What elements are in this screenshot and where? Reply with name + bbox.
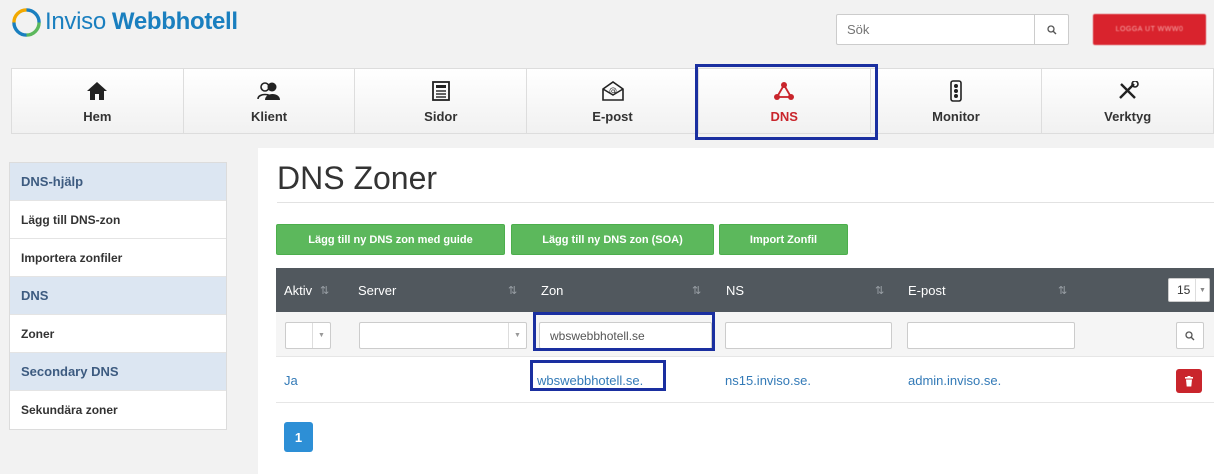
pagination-page-1[interactable]: 1 — [284, 422, 313, 452]
logout-button[interactable]: LOGGA UT WWW0 — [1093, 14, 1206, 45]
e-post-link[interactable]: admin.inviso.se. — [908, 357, 1001, 403]
nav-item-verktyg[interactable]: Verktyg — [1042, 69, 1214, 133]
nav-item-sidor[interactable]: Sidor — [355, 69, 528, 133]
sort-icon[interactable]: ⇅ — [320, 268, 329, 312]
main-nav: Hem Klient Sidor @ E-post DNS Monitor Ve… — [11, 68, 1214, 134]
ns-filter-input[interactable] — [725, 322, 892, 349]
column-header-server[interactable]: Server — [358, 268, 396, 312]
nav-label: Monitor — [932, 108, 980, 124]
logo-text-inviso: Inviso — [45, 8, 106, 35]
table-filter-row: ▼ ▼ — [276, 312, 1214, 357]
title-divider — [277, 202, 1214, 203]
trash-icon — [1185, 375, 1193, 386]
sidebar-heading-dns: DNS — [10, 277, 226, 315]
sort-icon[interactable]: ⇅ — [1058, 268, 1067, 312]
nav-label: Klient — [251, 108, 288, 124]
sidebar-item-sekundara-zoner[interactable]: Sekundära zoner — [10, 391, 226, 429]
table-header: Aktiv ⇅ Server ⇅ Zon ⇅ NS ⇅ E-post ⇅ 15 … — [276, 268, 1214, 312]
import-zonefile-button[interactable]: Import Zonfil — [719, 224, 848, 255]
nav-label: Sidor — [424, 108, 458, 124]
tools-icon — [1116, 79, 1140, 103]
email-icon: @ — [601, 79, 625, 103]
chevron-down-icon: ▼ — [508, 323, 526, 348]
table-row: Ja wbswebbhotell.se. ns15.inviso.se. adm… — [276, 357, 1214, 403]
column-header-ns[interactable]: NS — [726, 268, 744, 312]
nav-item-e-post[interactable]: @ E-post — [527, 69, 699, 133]
sidebar-item-importera-zonfiler[interactable]: Importera zonfiler — [10, 239, 226, 277]
filter-search-button[interactable] — [1176, 322, 1204, 349]
sidebar-heading-secondary-dns: Secondary DNS — [10, 353, 226, 391]
nav-label: Hem — [83, 108, 112, 124]
cell-aktiv: Ja — [284, 372, 298, 388]
zon-filter-input[interactable] — [539, 322, 712, 349]
zone-link[interactable]: wbswebbhotell.se. — [531, 357, 649, 403]
nav-item-dns[interactable]: DNS — [698, 69, 871, 133]
sort-icon[interactable]: ⇅ — [875, 268, 884, 312]
sidebar-item-lagg-till-dns-zon[interactable]: Lägg till DNS-zon — [10, 201, 226, 239]
column-header-zon[interactable]: Zon — [541, 268, 563, 312]
sidebar: DNS-hjälp Lägg till DNS-zon Importera zo… — [9, 162, 227, 430]
users-icon — [257, 79, 281, 103]
page-title: DNS Zoner — [277, 160, 438, 196]
logo[interactable]: Inviso Webbhotell — [12, 6, 238, 38]
column-header-aktiv[interactable]: Aktiv — [284, 268, 312, 312]
search-icon — [1185, 330, 1195, 340]
dns-icon — [772, 79, 796, 103]
add-dns-zone-soa-button[interactable]: Lägg till ny DNS zon (SOA) — [511, 224, 714, 255]
aktiv-filter-select[interactable]: ▼ — [285, 322, 331, 349]
nav-item-klient[interactable]: Klient — [183, 69, 356, 133]
chevron-down-icon: ▼ — [1195, 279, 1209, 301]
logo-mark-icon — [12, 7, 41, 37]
header-search — [836, 14, 1069, 45]
column-header-e-post[interactable]: E-post — [908, 268, 946, 312]
nav-label: E-post — [592, 108, 633, 124]
sidebar-heading-dns-hjalp: DNS-hjälp — [10, 163, 226, 201]
add-dns-zone-guide-button[interactable]: Lägg till ny DNS zon med guide — [276, 224, 505, 255]
main-content: DNS Zoner Lägg till ny DNS zon med guide… — [258, 148, 1214, 474]
traffic-light-icon — [944, 79, 968, 103]
page-size-value: 15 — [1177, 283, 1191, 297]
nav-label: Verktyg — [1104, 108, 1152, 124]
page-icon — [429, 79, 453, 103]
logo-text-webbhotell: Webbhotell — [111, 8, 238, 35]
home-icon — [85, 79, 109, 103]
e-post-filter-input[interactable] — [907, 322, 1075, 349]
delete-zone-button[interactable] — [1176, 369, 1202, 393]
server-filter-select[interactable]: ▼ — [359, 322, 527, 349]
nav-item-hem[interactable]: Hem — [12, 69, 184, 133]
search-icon — [1046, 24, 1056, 34]
nav-item-monitor[interactable]: Monitor — [870, 69, 1043, 133]
page-size-select[interactable]: 15 ▼ — [1168, 278, 1210, 302]
chevron-down-icon: ▼ — [312, 323, 330, 348]
sidebar-item-zoner[interactable]: Zoner — [10, 315, 226, 353]
search-input[interactable] — [837, 15, 1034, 44]
svg-text:@: @ — [609, 86, 617, 95]
sort-icon[interactable]: ⇅ — [692, 268, 701, 312]
search-button[interactable] — [1034, 15, 1068, 44]
nav-label: DNS — [770, 108, 798, 124]
sort-icon[interactable]: ⇅ — [508, 268, 517, 312]
ns-link[interactable]: ns15.inviso.se. — [725, 357, 811, 403]
